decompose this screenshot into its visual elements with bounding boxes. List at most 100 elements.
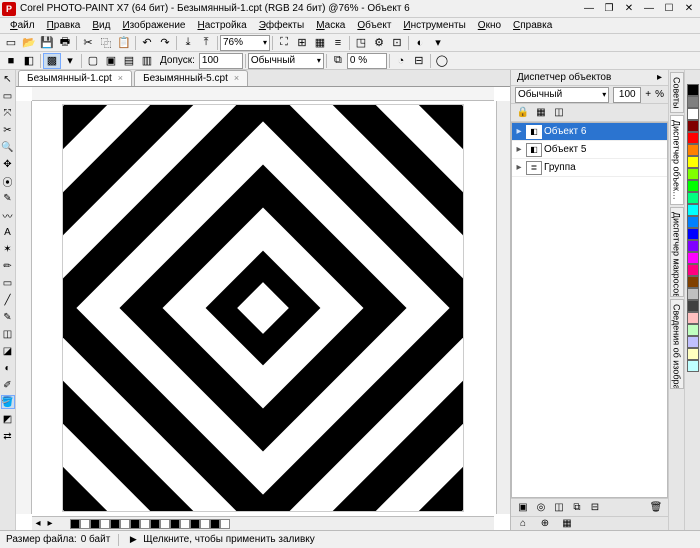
mask-transform-tool[interactable]: ⤧: [1, 106, 15, 120]
nav-swatch[interactable]: [160, 519, 170, 529]
launch-button[interactable]: ◳: [352, 35, 370, 51]
pick-tool[interactable]: ↖: [1, 72, 15, 86]
nav-doc-plus[interactable]: ⊕: [537, 517, 553, 531]
swap-colors[interactable]: ⇄: [1, 429, 15, 443]
fill-uniform-button[interactable]: ▩: [43, 53, 61, 69]
palette-swatch[interactable]: [687, 300, 699, 312]
guides-button[interactable]: ≡: [329, 35, 347, 51]
nav-swatch[interactable]: [170, 519, 180, 529]
help-tool-button[interactable]: ◯: [433, 53, 451, 69]
palette-swatch[interactable]: [687, 132, 699, 144]
nav-swatch[interactable]: [180, 519, 190, 529]
palette-swatch[interactable]: [687, 276, 699, 288]
path-tool[interactable]: ✎: [1, 310, 15, 324]
region-mode-4[interactable]: ▥: [138, 53, 156, 69]
dropshadow-tool[interactable]: ◪: [1, 344, 15, 358]
shape-rect-tool[interactable]: ▭: [1, 276, 15, 290]
mask-rect-tool[interactable]: ▭: [1, 89, 15, 103]
app-maximize-button[interactable]: ☐: [660, 2, 678, 16]
menu-справка[interactable]: Справка: [507, 20, 558, 31]
new-object-button[interactable]: ▣: [515, 501, 531, 515]
layer-opacity-value[interactable]: 100: [613, 87, 641, 103]
combine-button[interactable]: ⊟: [587, 501, 603, 515]
preset-button[interactable]: ⊟: [410, 53, 428, 69]
layer-row[interactable]: ▸≣Группа: [512, 159, 667, 177]
fullscreen-button[interactable]: ⛶: [275, 35, 293, 51]
touchup-tool[interactable]: ✎: [1, 191, 15, 205]
nav-doc-home[interactable]: ⌂: [515, 517, 531, 531]
palette-swatch[interactable]: [687, 312, 699, 324]
import-button[interactable]: ⤓: [179, 35, 197, 51]
palette-swatch[interactable]: [687, 252, 699, 264]
delete-object-button[interactable]: 🗑: [648, 501, 664, 515]
undo-button[interactable]: ↶: [138, 35, 156, 51]
palette-swatch[interactable]: [687, 96, 699, 108]
layer-row[interactable]: ▸◧Объект 6: [512, 123, 667, 141]
palette-swatch[interactable]: [687, 264, 699, 276]
region-mode-2[interactable]: ▣: [102, 53, 120, 69]
copy-button[interactable]: ⿻: [97, 35, 115, 51]
scrollbar-horizontal[interactable]: ◂ ▸: [32, 516, 494, 530]
menu-окно[interactable]: Окно: [472, 20, 507, 31]
lock-icon[interactable]: 🔒: [515, 106, 531, 120]
fg-bg-swatch[interactable]: ◩: [1, 412, 15, 426]
nav-swatch[interactable]: [70, 519, 80, 529]
line-tool[interactable]: ╱: [1, 293, 15, 307]
palette-swatch[interactable]: [687, 168, 699, 180]
palette-swatch[interactable]: [687, 240, 699, 252]
nav-swatch[interactable]: [140, 519, 150, 529]
nav-swatch[interactable]: [200, 519, 210, 529]
docker-tab[interactable]: Диспетчер макросов: [670, 207, 684, 297]
palette-swatch[interactable]: [687, 156, 699, 168]
snap-button[interactable]: ⊡: [388, 35, 406, 51]
expand-icon[interactable]: ▸: [514, 144, 524, 155]
panel-menu-button[interactable]: ▸: [657, 72, 662, 83]
menu-объект[interactable]: Объект: [351, 20, 397, 31]
grid-button[interactable]: ▦: [311, 35, 329, 51]
fill-gradient-button[interactable]: ◧: [20, 53, 38, 69]
docker-tab[interactable]: Сведения об изображении: [670, 299, 684, 389]
play-icon[interactable]: ▶: [127, 534, 139, 546]
transparency-tool[interactable]: ◐: [1, 361, 15, 375]
scroll-right[interactable]: ▸: [44, 518, 56, 529]
crop-tool[interactable]: ✂: [1, 123, 15, 137]
group-button[interactable]: ⧉: [569, 501, 585, 515]
print-button[interactable]: 🖶: [56, 35, 74, 51]
nav-swatch[interactable]: [80, 519, 90, 529]
options-button[interactable]: ⚙: [370, 35, 388, 51]
checker-icon[interactable]: ▦: [533, 106, 549, 120]
expand-icon[interactable]: ▸: [514, 126, 524, 137]
palette-swatch[interactable]: [687, 192, 699, 204]
menu-вид[interactable]: Вид: [86, 20, 116, 31]
docker-tab[interactable]: Советы: [670, 72, 684, 113]
nav-swatch[interactable]: [110, 519, 120, 529]
liquid-tool[interactable]: 〰: [1, 208, 15, 222]
app-minimize-button[interactable]: —: [640, 2, 658, 16]
palette-swatch[interactable]: [687, 216, 699, 228]
region-mode-3[interactable]: ▤: [120, 53, 138, 69]
opacity-plus-icon[interactable]: +: [645, 89, 651, 100]
palette-swatch[interactable]: [687, 144, 699, 156]
cut-button[interactable]: ✂: [79, 35, 97, 51]
rulers-button[interactable]: ⊞: [293, 35, 311, 51]
scroll-left[interactable]: ◂: [32, 518, 44, 529]
menu-инструменты[interactable]: Инструменты: [397, 20, 471, 31]
open-button[interactable]: 📂: [20, 35, 38, 51]
tab-close-icon[interactable]: ×: [118, 73, 123, 83]
menu-правка[interactable]: Правка: [41, 20, 87, 31]
tolerance-input[interactable]: [199, 53, 243, 69]
clone-tool[interactable]: ✥: [1, 157, 15, 171]
palette-swatch[interactable]: [687, 204, 699, 216]
antialias-button[interactable]: ◔: [392, 53, 410, 69]
nav-swatch[interactable]: [120, 519, 130, 529]
ruler-vertical[interactable]: [16, 101, 32, 514]
menu-изображение[interactable]: Изображение: [116, 20, 191, 31]
new-button[interactable]: ▭: [2, 35, 20, 51]
palette-swatch[interactable]: [687, 336, 699, 348]
palette-swatch[interactable]: [687, 324, 699, 336]
nav-swatch[interactable]: [210, 519, 220, 529]
restore-button[interactable]: ❐: [600, 2, 618, 16]
layer-row[interactable]: ▸◧Объект 5: [512, 141, 667, 159]
nav-swatch[interactable]: [220, 519, 230, 529]
export-button[interactable]: ⤒: [197, 35, 215, 51]
